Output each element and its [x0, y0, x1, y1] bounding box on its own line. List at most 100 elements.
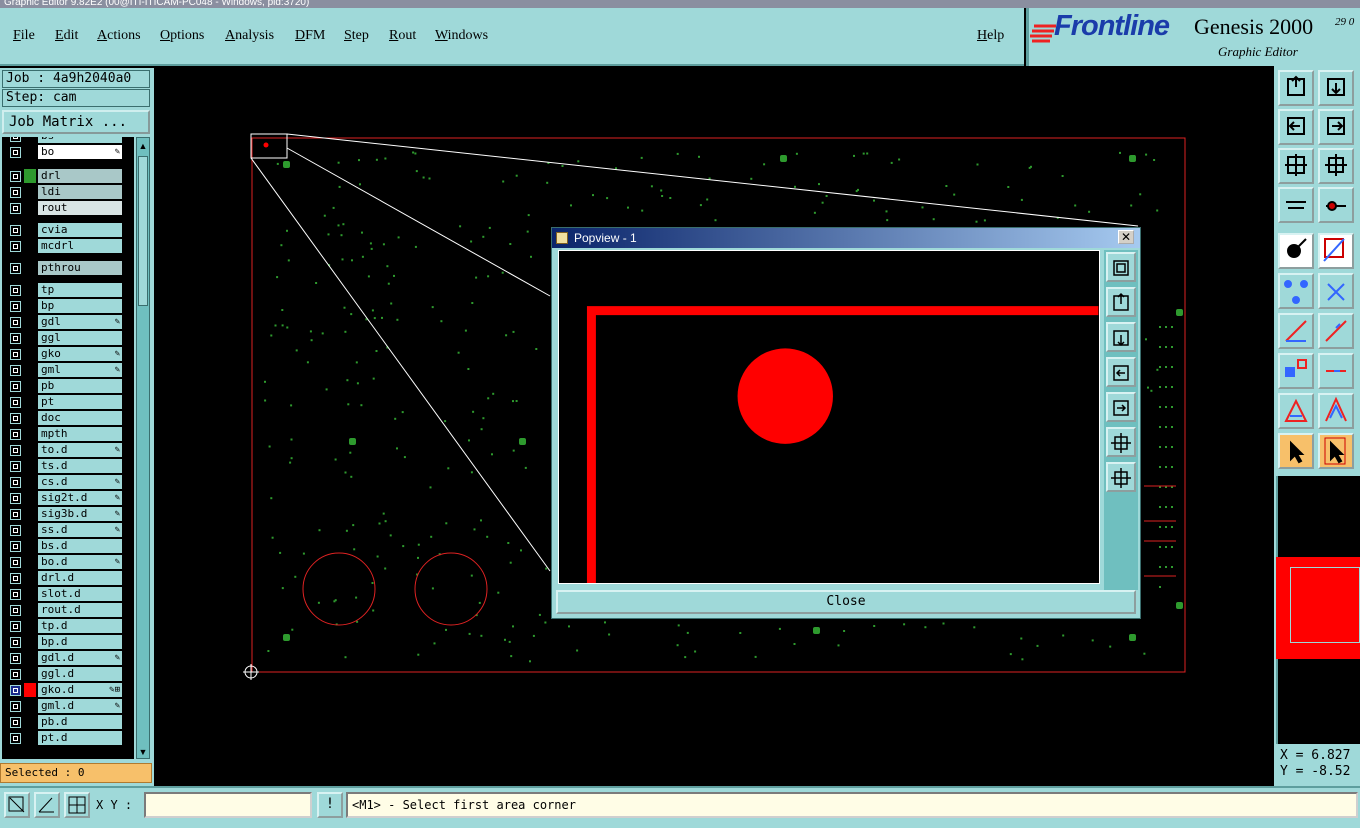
layer-color-swatch[interactable] [24, 223, 36, 237]
popview-canvas[interactable] [558, 250, 1100, 584]
job-matrix-button[interactable]: Job Matrix ... [2, 110, 150, 134]
layer-visibility-checkbox[interactable] [10, 701, 21, 712]
layer-name[interactable]: bo ✎ [38, 145, 122, 159]
layer-name[interactable]: ss.d ✎ [38, 523, 122, 537]
layer-row-bp-d[interactable]: bp.d [2, 635, 134, 650]
layer-row-ldi[interactable]: ldi [2, 185, 134, 200]
layer-name[interactable]: tp.d [38, 619, 122, 633]
layer-visibility-checkbox[interactable] [10, 525, 21, 536]
scroll-down-arrow-icon[interactable]: ▼ [137, 746, 149, 758]
layer-visibility-checkbox[interactable] [10, 637, 21, 648]
layer-row-bs-d[interactable]: bs.d [2, 539, 134, 554]
layer-name[interactable]: gml.d ✎ [38, 699, 122, 713]
menu-help[interactable]: Help [977, 28, 1004, 44]
layer-color-swatch[interactable] [24, 635, 36, 649]
layer-visibility-checkbox[interactable] [10, 653, 21, 664]
layer-row-to-d[interactable]: to.d ✎ [2, 443, 134, 458]
layer-row-bo-d[interactable]: bo.d ✎ [2, 555, 134, 570]
layer-name[interactable]: to.d ✎ [38, 443, 122, 457]
layer-visibility-checkbox[interactable] [10, 301, 21, 312]
layer-name[interactable]: bo.d ✎ [38, 555, 122, 569]
layer-color-swatch[interactable] [24, 363, 36, 377]
grid-snap-icon[interactable] [64, 792, 90, 818]
layer-visibility-checkbox[interactable] [10, 557, 21, 568]
layer-scrollbar-thumb[interactable] [138, 156, 148, 306]
layer-visibility-checkbox[interactable] [10, 349, 21, 360]
layer-row-rout[interactable]: rout [2, 201, 134, 216]
layer-row-ggl[interactable]: ggl [2, 331, 134, 346]
layer-color-swatch[interactable] [24, 539, 36, 553]
layer-color-swatch[interactable] [24, 587, 36, 601]
layer-name[interactable]: doc [38, 411, 122, 425]
layer-visibility-checkbox[interactable] [10, 225, 21, 236]
layer-color-swatch[interactable] [24, 283, 36, 297]
layer-color-swatch[interactable] [24, 137, 36, 143]
layer-name[interactable]: cs.d ✎ [38, 475, 122, 489]
layer-row-bp[interactable]: bp [2, 299, 134, 314]
layer-color-swatch[interactable] [24, 169, 36, 183]
layer-row-drl-d[interactable]: drl.d [2, 571, 134, 586]
layer-color-swatch[interactable] [24, 395, 36, 409]
layer-visibility-checkbox[interactable] [10, 429, 21, 440]
layer-visibility-checkbox[interactable] [10, 541, 21, 552]
layer-row-bo[interactable]: bo ✎ [2, 145, 134, 160]
layer-color-swatch[interactable] [24, 315, 36, 329]
layer-name[interactable]: bp [38, 299, 122, 313]
layer-name[interactable]: rout.d [38, 603, 122, 617]
layer-color-swatch[interactable] [24, 491, 36, 505]
layer-color-swatch[interactable] [24, 667, 36, 681]
layer-color-swatch[interactable] [24, 331, 36, 345]
layer-name[interactable]: drl.d [38, 571, 122, 585]
layer-row-pb[interactable]: pb [2, 379, 134, 394]
warning-icon[interactable]: ! [317, 792, 343, 818]
layer-visibility-checkbox[interactable] [10, 203, 21, 214]
layer-row-slot-d[interactable]: slot.d [2, 587, 134, 602]
layer-visibility-checkbox[interactable] [10, 445, 21, 456]
layer-row-gdl-d[interactable]: gdl.d ✎ [2, 651, 134, 666]
measure-angle-icon[interactable] [34, 792, 60, 818]
menu-actions[interactable]: Actions [97, 28, 141, 44]
layer-visibility-checkbox[interactable] [10, 733, 21, 744]
layer-color-swatch[interactable] [24, 507, 36, 521]
layer-color-swatch[interactable] [24, 699, 36, 713]
layer-row-cs-d[interactable]: cs.d ✎ [2, 475, 134, 490]
layer-color-swatch[interactable] [24, 651, 36, 665]
layer-visibility-checkbox[interactable] [10, 621, 21, 632]
layer-row-tp[interactable]: tp [2, 283, 134, 298]
layer-visibility-checkbox[interactable] [10, 317, 21, 328]
menu-edit[interactable]: Edit [55, 28, 78, 44]
layer-visibility-checkbox[interactable] [10, 669, 21, 680]
layer-name[interactable]: ldi [38, 185, 122, 199]
layer-visibility-checkbox[interactable] [10, 365, 21, 376]
layer-row-bs[interactable]: bs [2, 137, 134, 144]
layer-visibility-checkbox[interactable] [10, 147, 21, 158]
layer-name[interactable]: ts.d [38, 459, 122, 473]
layer-color-swatch[interactable] [24, 239, 36, 253]
layer-color-swatch[interactable] [24, 523, 36, 537]
layer-name[interactable]: bp.d [38, 635, 122, 649]
layer-color-swatch[interactable] [24, 715, 36, 729]
layer-row-ggl-d[interactable]: ggl.d [2, 667, 134, 682]
layer-name[interactable]: drl [38, 169, 122, 183]
layer-row-mcdrl[interactable]: mcdrl [2, 239, 134, 254]
layer-row-sig2t-d[interactable]: sig2t.d ✎ [2, 491, 134, 506]
menu-rout[interactable]: Rout [389, 28, 416, 44]
layer-row-sig3b-d[interactable]: sig3b.d ✎ [2, 507, 134, 522]
layer-row-tp-d[interactable]: tp.d [2, 619, 134, 634]
layer-name[interactable]: pthrou [38, 261, 122, 275]
menu-windows[interactable]: Windows [435, 28, 488, 44]
layer-name[interactable]: ggl [38, 331, 122, 345]
layer-visibility-checkbox[interactable] [10, 285, 21, 296]
layer-color-swatch[interactable] [24, 411, 36, 425]
layer-name[interactable]: tp [38, 283, 122, 297]
layer-color-swatch[interactable] [24, 683, 36, 697]
layer-visibility-checkbox[interactable] [10, 493, 21, 504]
layer-visibility-checkbox[interactable] [10, 241, 21, 252]
layer-row-ts-d[interactable]: ts.d [2, 459, 134, 474]
layer-name[interactable]: mcdrl [38, 239, 122, 253]
layer-name[interactable]: pt [38, 395, 122, 409]
layer-visibility-checkbox[interactable] [10, 263, 21, 274]
layer-row-mpth[interactable]: mpth [2, 427, 134, 442]
layer-name[interactable]: ggl.d [38, 667, 122, 681]
layer-color-swatch[interactable] [24, 603, 36, 617]
